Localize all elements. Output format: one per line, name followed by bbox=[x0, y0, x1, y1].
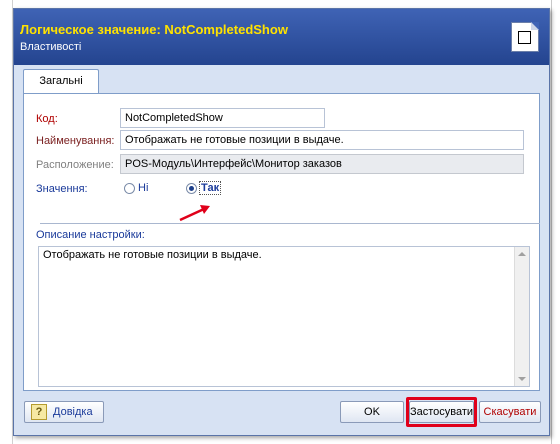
radio-yes-label[interactable]: Так bbox=[199, 181, 222, 195]
name-label: Найменування: bbox=[36, 135, 115, 147]
location-field: POS-Модуль\Интерфейс\Монитор заказов bbox=[120, 154, 524, 174]
properties-dialog: Логическое значение: NotCompletedShow Вл… bbox=[13, 8, 550, 436]
value-label: Значення: bbox=[36, 183, 88, 195]
description-label: Описание настройки: bbox=[36, 229, 145, 241]
dialog-subtitle: Властивості bbox=[20, 41, 82, 53]
description-text: Отображать не готовые позиции в выдаче. bbox=[43, 249, 262, 261]
background-right-column bbox=[551, 0, 560, 444]
name-field[interactable]: Отображать не готовые позиции в выдаче. bbox=[120, 130, 524, 150]
help-button[interactable]: ? Довідка bbox=[24, 401, 104, 423]
code-field[interactable]: NotCompletedShow bbox=[120, 108, 325, 128]
cancel-button[interactable]: Скасувати bbox=[479, 401, 541, 423]
tab-general[interactable]: Загальні bbox=[23, 69, 99, 94]
scroll-up-icon bbox=[518, 252, 526, 256]
divider bbox=[40, 223, 540, 224]
radio-no[interactable] bbox=[124, 183, 135, 194]
radio-yes[interactable] bbox=[186, 183, 197, 194]
checkbox-document-icon: ✓ bbox=[511, 22, 539, 52]
annotation-arrow-icon bbox=[179, 205, 210, 222]
description-scrollbar[interactable] bbox=[514, 247, 529, 386]
background-list-column bbox=[0, 0, 13, 444]
location-label: Расположение: bbox=[36, 159, 114, 171]
dialog-header: Логическое значение: NotCompletedShow Вл… bbox=[14, 9, 549, 65]
radio-no-label[interactable]: Ні bbox=[138, 182, 148, 194]
scroll-down-icon bbox=[518, 377, 526, 381]
dialog-title: Логическое значение: NotCompletedShow bbox=[20, 22, 288, 37]
apply-button-highlight bbox=[406, 397, 477, 427]
ok-button[interactable]: OK bbox=[340, 401, 404, 423]
code-label: Код: bbox=[36, 113, 58, 125]
description-textarea[interactable]: Отображать не готовые позиции в выдаче. bbox=[38, 246, 530, 387]
help-icon: ? bbox=[31, 404, 47, 420]
help-button-label: Довідка bbox=[53, 406, 93, 418]
